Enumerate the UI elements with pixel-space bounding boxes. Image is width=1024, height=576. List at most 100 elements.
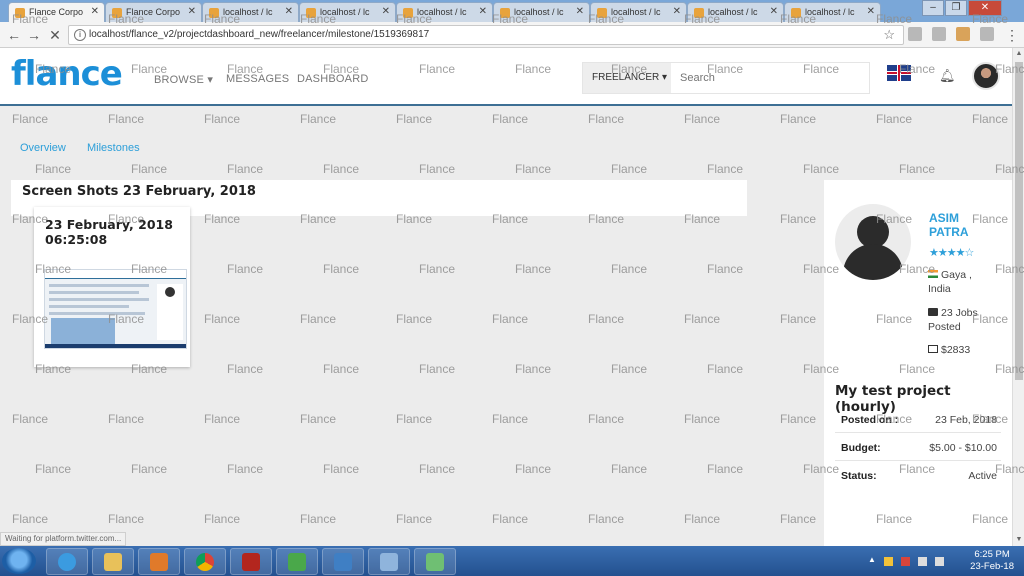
tab-close-icon[interactable]: ✕ (479, 6, 487, 17)
watermark-text: Flance (419, 462, 456, 476)
watermark-text: Flance (588, 512, 625, 526)
watermark-text: Flance (707, 162, 744, 176)
extension-icon[interactable] (932, 27, 946, 41)
browser-tab[interactable]: Flance Corpo ✕ (105, 2, 202, 22)
scroll-up-arrow-icon[interactable]: ▲ (1013, 48, 1024, 60)
start-button[interactable] (2, 548, 36, 574)
browser-tab[interactable]: localhost / lc ✕ (396, 2, 493, 22)
search-group: FREELANCER ▾ (582, 62, 870, 94)
bookmark-star-icon[interactable]: ☆ (883, 26, 895, 44)
extension-icon[interactable] (980, 27, 994, 41)
browser-tab[interactable]: localhost / lc ✕ (202, 2, 299, 22)
watermark-text: Flance (780, 412, 817, 426)
watermark-text: Flance (396, 312, 433, 326)
taskbar-clock[interactable]: 6:25 PM 23-Feb-18 (970, 549, 1014, 573)
browser-tab[interactable]: localhost / lc ✕ (687, 2, 784, 22)
uk-flag-icon[interactable] (887, 65, 911, 81)
scroll-down-arrow-icon[interactable]: ▼ (1013, 534, 1024, 546)
back-icon[interactable]: ← (5, 26, 23, 44)
search-input[interactable] (671, 63, 869, 93)
watermark-text: Flance (611, 362, 648, 376)
tab-close-icon[interactable]: ✕ (188, 6, 196, 17)
address-bar[interactable]: i localhost/flance_v2/projectdashboard_n… (68, 25, 904, 45)
spreadsheet-app-icon[interactable] (276, 548, 318, 575)
page-favicon-icon (694, 8, 704, 18)
notification-bell-icon[interactable]: 🔔︎ (939, 68, 956, 84)
close-window-button[interactable]: ✕ (968, 0, 1002, 16)
minimize-window-button[interactable]: – (922, 0, 944, 16)
client-jobs-posted: 23 Jobs Posted (928, 307, 978, 333)
scrollbar-thumb[interactable] (1015, 62, 1023, 380)
project-budget-row: Budget: $5.00 - $10.00 (835, 434, 1001, 461)
network-app-icon[interactable] (322, 548, 364, 575)
tab-close-icon[interactable]: ✕ (382, 6, 390, 17)
extension-icon[interactable] (956, 27, 970, 41)
tray-app-icon[interactable] (884, 557, 893, 566)
browser-tab-strip: Flance Corpo ✕ Flance Corpo ✕ localhost / … (0, 0, 1024, 22)
nav-browse[interactable]: BROWSE ▾ (154, 73, 213, 86)
page-favicon-icon (500, 8, 510, 18)
screenshot-thumbnail[interactable] (44, 269, 187, 349)
status-bubble: Waiting for platform.twitter.com... (0, 532, 127, 546)
screenshot-timestamp: 23 February, 2018 06:25:08 (45, 217, 173, 247)
stop-loading-icon[interactable]: ✕ (46, 26, 64, 44)
watermark-text: Flance (419, 362, 456, 376)
tab-close-icon[interactable]: ✕ (867, 6, 875, 17)
browser-tab[interactable]: Flance Corpo ✕ (8, 2, 105, 22)
client-spent: $2833 (928, 343, 990, 357)
tab-close-icon[interactable]: ✕ (285, 6, 293, 17)
watermark-text: Flance (35, 462, 72, 476)
browser-tab[interactable]: localhost / lc ✕ (784, 2, 881, 22)
user-avatar[interactable] (972, 62, 1000, 90)
chrome-icon[interactable] (184, 548, 226, 575)
watermark-text: Flance (515, 362, 552, 376)
maximize-window-button[interactable]: ❐ (945, 0, 967, 16)
show-hidden-icons-icon[interactable]: ▲ (868, 555, 877, 564)
role-select[interactable]: FREELANCER ▾ (583, 63, 671, 93)
file-explorer-icon[interactable] (92, 548, 134, 575)
internet-explorer-icon[interactable] (46, 548, 88, 575)
watermark-text: Flance (515, 162, 552, 176)
page-scrollbar[interactable]: ▲ ▼ (1012, 48, 1024, 546)
tab-close-icon[interactable]: ✕ (91, 6, 99, 17)
tab-overview[interactable]: Overview (20, 142, 66, 154)
india-flag-icon (928, 270, 938, 278)
watermark-text: Flance (588, 312, 625, 326)
nav-messages[interactable]: MESSAGES (226, 73, 289, 85)
tab-close-icon[interactable]: ✕ (770, 6, 778, 17)
network-icon[interactable] (918, 557, 927, 566)
tab-milestones[interactable]: Milestones (87, 142, 140, 154)
browser-tab[interactable]: localhost / lc ✕ (299, 2, 396, 22)
watermark-text: Flance (684, 512, 721, 526)
forward-icon[interactable]: → (25, 26, 43, 44)
system-tray: ▲ 6:25 PM 23-Feb-18 (868, 546, 1024, 576)
browser-menu-icon[interactable]: ⋮ (1003, 26, 1021, 44)
tab-close-icon[interactable]: ✕ (576, 6, 584, 17)
watermark-text: Flance (707, 362, 744, 376)
watermark-text: Flance (204, 412, 241, 426)
notes-app-icon[interactable] (368, 548, 410, 575)
watermark-text: Flance (396, 112, 433, 126)
watermark-text: Flance (323, 162, 360, 176)
browser-tab[interactable]: localhost / lc ✕ (590, 2, 687, 22)
watermark-text: Flance (492, 512, 529, 526)
flance-logo[interactable]: flance (11, 54, 123, 94)
watermark-text: Flance (300, 312, 337, 326)
watermark-text: Flance (419, 262, 456, 276)
nav-dashboard[interactable]: DASHBOARD (297, 73, 368, 85)
screenshot-card[interactable]: 23 February, 2018 06:25:08 (34, 207, 190, 367)
tab-close-icon[interactable]: ✕ (673, 6, 681, 17)
extension-icon[interactable] (908, 27, 922, 41)
watermark-text: Flance (780, 212, 817, 226)
site-info-icon[interactable]: i (74, 29, 86, 41)
image-app-icon[interactable] (414, 548, 456, 575)
watermark-text: Flance (396, 412, 433, 426)
tray-flag-icon[interactable] (901, 557, 910, 566)
browser-tab[interactable]: localhost / lc ✕ (493, 2, 590, 22)
volume-icon[interactable] (935, 557, 944, 566)
watermark-text: Flance (12, 112, 49, 126)
media-player-icon[interactable] (138, 548, 180, 575)
client-name[interactable]: ASIM PATRA (929, 211, 989, 239)
watermark-text: Flance (492, 412, 529, 426)
filezilla-icon[interactable] (230, 548, 272, 575)
